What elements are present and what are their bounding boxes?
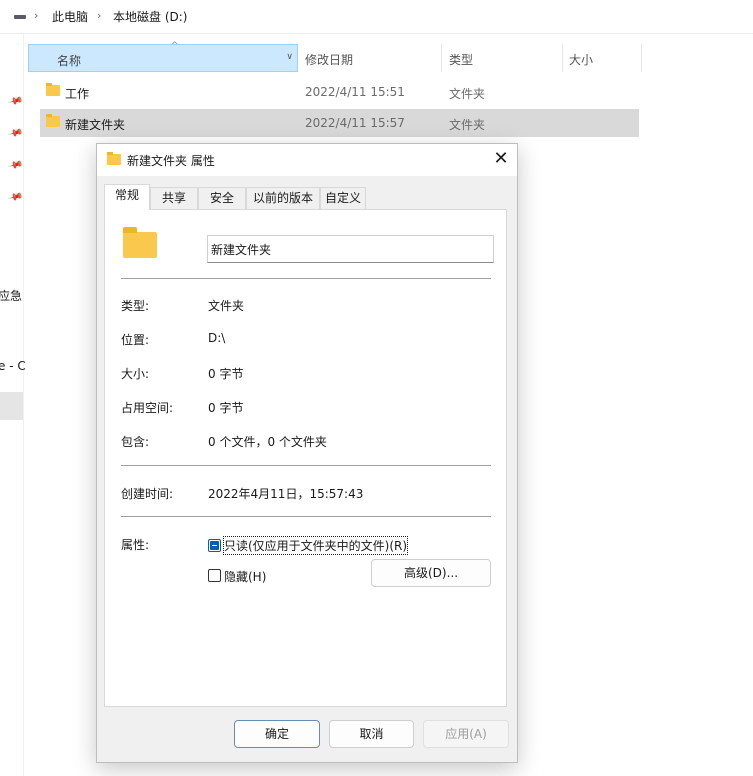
sort-up-icon: ^ bbox=[171, 41, 179, 51]
type-label: 类型: bbox=[121, 299, 150, 313]
pin-icon: 📌 bbox=[7, 125, 24, 142]
file-date: 2022/4/11 15:57 bbox=[305, 116, 405, 130]
pin-icon: 📌 bbox=[7, 93, 24, 110]
attributes-label: 属性: bbox=[121, 538, 150, 552]
dialog-title: 新建文件夹 属性 bbox=[127, 154, 215, 168]
file-date: 2022/4/11 15:51 bbox=[305, 85, 405, 99]
column-header-label: 类型 bbox=[449, 53, 474, 67]
location-value: D:\ bbox=[208, 331, 226, 345]
column-header-label: 大小 bbox=[569, 53, 594, 67]
drive-icon bbox=[14, 15, 26, 19]
type-value: 文件夹 bbox=[208, 299, 245, 313]
tab-previous-versions[interactable]: 以前的版本 bbox=[246, 187, 320, 209]
file-type: 文件夹 bbox=[449, 87, 486, 101]
close-icon[interactable]: ✕ bbox=[485, 144, 517, 176]
general-tab-panel: 类型: 文件夹 位置: D:\ 大小: 0 字节 占用空间: 0 字节 包含: … bbox=[104, 209, 507, 707]
breadcrumb-this-pc[interactable]: 此电脑 bbox=[52, 8, 88, 25]
pin-icon: 📌 bbox=[7, 157, 24, 174]
column-header-label: 名称 bbox=[57, 54, 82, 68]
folder-icon bbox=[46, 83, 60, 96]
chevron-down-icon[interactable]: ∨ bbox=[286, 52, 293, 62]
tab-security[interactable]: 安全 bbox=[198, 187, 246, 209]
nav-item-selected[interactable] bbox=[0, 392, 23, 420]
pin-icon: 📌 bbox=[7, 189, 24, 206]
file-type: 文件夹 bbox=[449, 118, 486, 132]
location-label: 位置: bbox=[121, 333, 150, 347]
chevron-right-icon: › bbox=[34, 9, 39, 22]
size-label: 大小: bbox=[121, 367, 150, 381]
tab-sharing[interactable]: 共享 bbox=[150, 187, 198, 209]
divider bbox=[121, 278, 491, 279]
readonly-checkbox[interactable] bbox=[208, 539, 221, 552]
ok-button[interactable]: 确定 bbox=[234, 720, 320, 748]
apply-button[interactable]: 应用(A) bbox=[423, 720, 509, 748]
address-bar[interactable]: › 此电脑 › 本地磁盘 (D:) bbox=[0, 0, 753, 34]
folder-icon bbox=[123, 227, 157, 258]
tab-customize[interactable]: 自定义 bbox=[320, 187, 366, 209]
column-header-name[interactable]: ^ 名称 ∨ bbox=[28, 41, 298, 72]
contains-label: 包含: bbox=[121, 435, 150, 449]
nav-item-cut[interactable]: 应急 bbox=[0, 287, 22, 304]
navigation-pane[interactable]: 📌 📌 📌 📌 应急 e - C bbox=[0, 34, 26, 776]
file-name: 工作 bbox=[65, 87, 90, 101]
nav-item-cut[interactable]: e - C bbox=[0, 359, 26, 373]
disk-size-value: 0 字节 bbox=[208, 401, 244, 415]
file-row-selected[interactable]: 新建文件夹 2022/4/11 15:57 文件夹 bbox=[40, 109, 639, 137]
disk-size-label: 占用空间: bbox=[121, 401, 174, 415]
chevron-right-icon: › bbox=[97, 9, 102, 22]
readonly-checkbox-label[interactable]: 只读(仅应用于文件夹中的文件)(R) bbox=[222, 536, 409, 555]
tab-general[interactable]: 常规 bbox=[104, 184, 150, 210]
cancel-button[interactable]: 取消 bbox=[329, 720, 414, 748]
properties-dialog: 新建文件夹 属性 ✕ 常规 共享 安全 以前的版本 自定义 类型: 文件夹 位置… bbox=[96, 143, 518, 763]
hidden-checkbox[interactable] bbox=[208, 569, 221, 582]
contains-value: 0 个文件，0 个文件夹 bbox=[208, 435, 327, 449]
folder-name-input[interactable] bbox=[207, 235, 494, 263]
breadcrumb-local-disk[interactable]: 本地磁盘 (D:) bbox=[113, 8, 187, 25]
folder-icon bbox=[107, 152, 121, 165]
file-row[interactable]: 工作 2022/4/11 15:51 文件夹 bbox=[40, 78, 639, 106]
hidden-checkbox-label[interactable]: 隐藏(H) bbox=[224, 568, 266, 585]
file-name: 新建文件夹 bbox=[65, 118, 126, 132]
size-value: 0 字节 bbox=[208, 367, 244, 381]
advanced-button[interactable]: 高级(D)... bbox=[371, 559, 491, 587]
dialog-titlebar[interactable]: 新建文件夹 属性 ✕ bbox=[97, 144, 517, 176]
divider bbox=[121, 465, 491, 466]
column-header-size[interactable]: 大小 bbox=[563, 44, 641, 72]
divider bbox=[121, 516, 491, 517]
created-label: 创建时间: bbox=[121, 487, 174, 501]
column-divider[interactable] bbox=[641, 44, 642, 72]
folder-icon bbox=[46, 114, 60, 127]
column-header-label: 修改日期 bbox=[305, 53, 354, 67]
column-header-date[interactable]: 修改日期 bbox=[298, 44, 441, 72]
column-header-type[interactable]: 类型 bbox=[442, 44, 562, 72]
created-value: 2022年4月11日，15:57:43 bbox=[208, 487, 364, 501]
